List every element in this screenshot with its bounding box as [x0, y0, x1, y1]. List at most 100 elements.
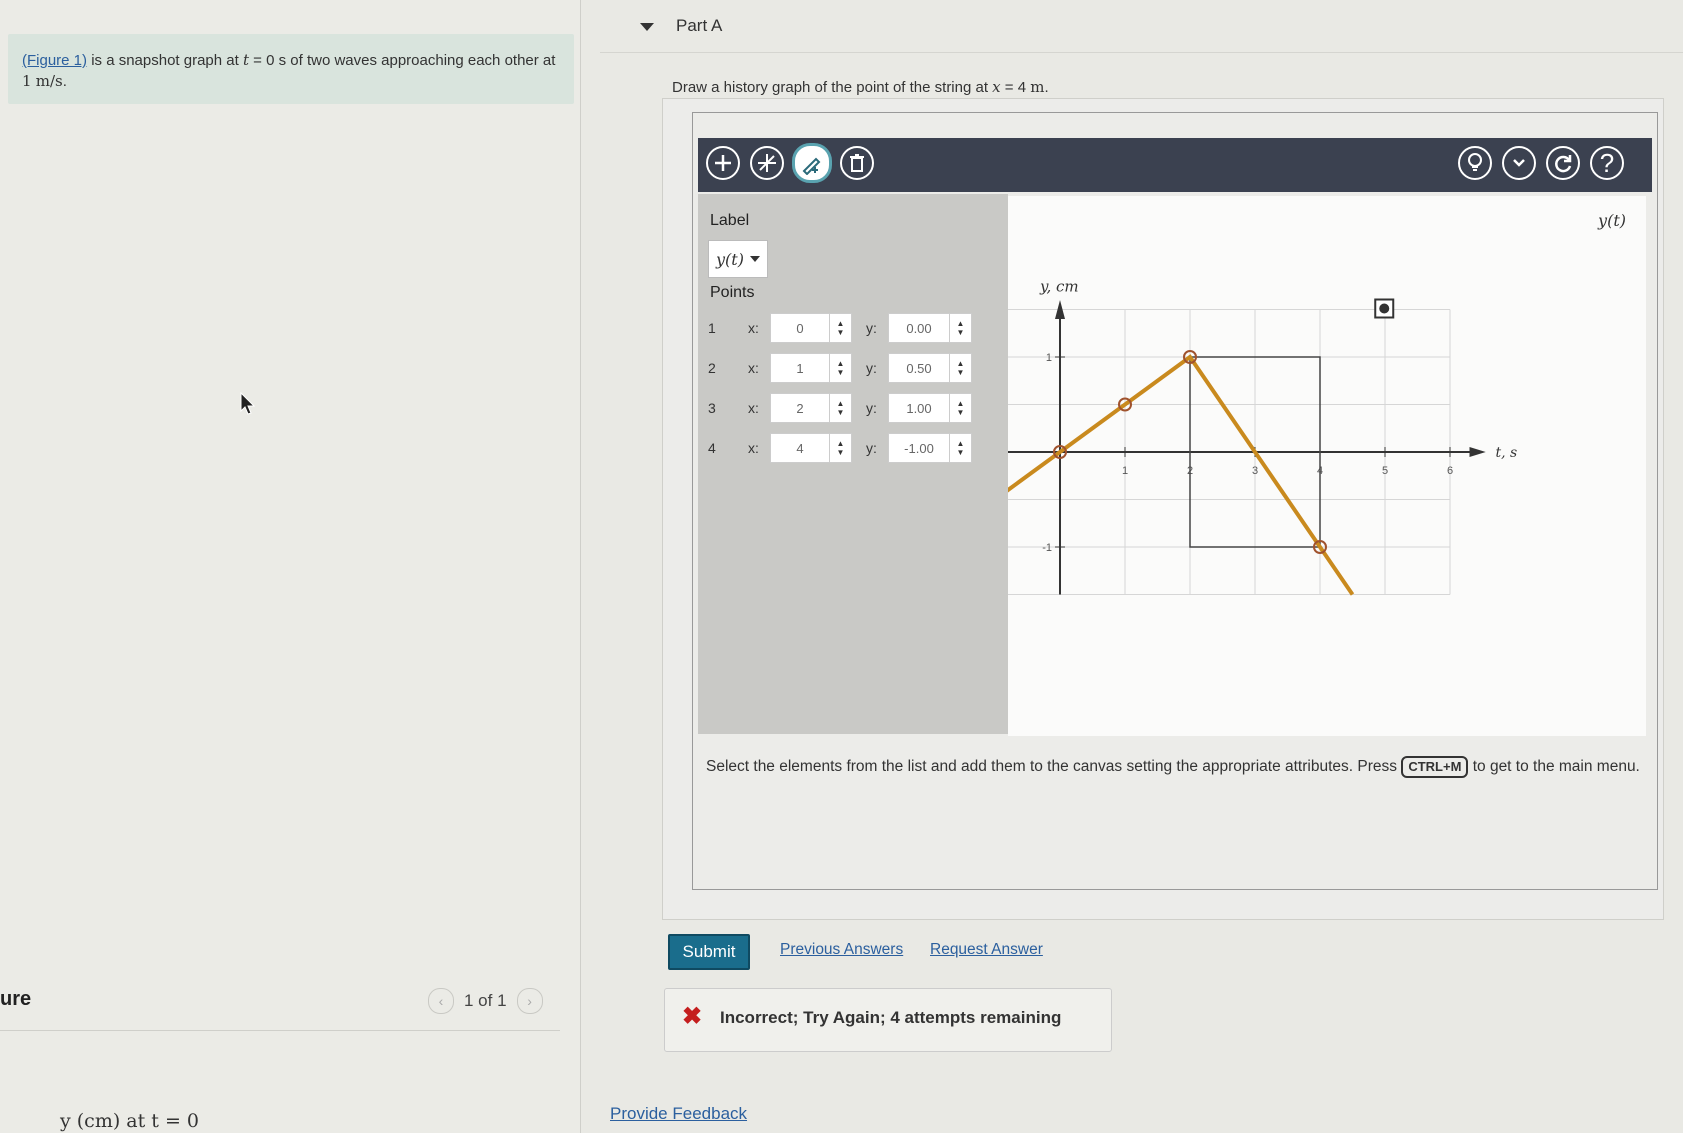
stepper-up-icon: ▲ [956, 319, 965, 328]
intro-text: (Figure 1) is a snapshot graph at t = 0 … [22, 50, 562, 92]
intro-text-a: is a snapshot graph at [87, 52, 243, 69]
stepper-up-icon: ▲ [836, 359, 845, 368]
axes [982, 300, 1486, 595]
stepper-down-icon: ▼ [836, 328, 845, 337]
previous-answers-link[interactable]: Previous Answers [780, 941, 903, 959]
next-figure-button[interactable]: › [516, 988, 543, 1014]
x-label: x: [748, 400, 759, 416]
prev-figure-button[interactable]: ‹ [428, 988, 454, 1014]
chevron-right-icon: › [527, 993, 532, 1009]
instructions-text-b: to get to the main menu. [1468, 758, 1640, 775]
point-row-2: 2 x: 1 ▲ ▼ y: 0.50 ▲ ▼ [708, 352, 972, 384]
provide-feedback-link[interactable]: Provide Feedback [610, 1104, 747, 1124]
point-row-1: 1 x: 0 ▲ ▼ y: 0.00 ▲ ▼ [708, 312, 972, 344]
y-stepper[interactable]: ▲ ▼ [950, 433, 972, 463]
series-label: y(t) [1597, 211, 1626, 230]
stepper-down-icon: ▼ [956, 448, 965, 457]
part-title: Part A [676, 16, 723, 35]
point-index: 2 [708, 360, 716, 376]
reset-button[interactable] [1546, 146, 1580, 180]
question-x-unit: m [1030, 78, 1045, 96]
x-label: x: [748, 440, 759, 456]
submit-button[interactable]: Submit [668, 934, 750, 970]
point-y-input[interactable]: 0.50 [888, 353, 950, 383]
x-stepper[interactable]: ▲ ▼ [830, 393, 852, 423]
figure-link[interactable]: (Figure 1) [22, 52, 87, 69]
chevron-left-icon: ‹ [438, 993, 444, 1009]
x-label: x: [748, 320, 759, 336]
stepper-down-icon: ▼ [956, 368, 965, 377]
stepper-up-icon: ▲ [836, 399, 845, 408]
x-stepper[interactable]: ▲ ▼ [830, 353, 852, 383]
figure-panel [0, 0, 581, 1133]
y-label: y: [866, 400, 877, 416]
reset-icon [1555, 155, 1572, 173]
history-graph[interactable]: -11234561-1 y, cm t, s y(t) [982, 196, 1646, 736]
help-button[interactable]: ? [1590, 146, 1624, 180]
edit-point-button[interactable] [792, 143, 832, 183]
graph-canvas[interactable]: -11234561-1 y, cm t, s y(t) [982, 196, 1646, 736]
x-stepper[interactable]: ▲ ▼ [830, 313, 852, 343]
add-point-button[interactable] [706, 146, 740, 180]
y-label: y: [866, 320, 877, 336]
stepper-down-icon: ▼ [956, 408, 965, 417]
intro-speed-num: 1 [22, 72, 32, 90]
question-text: Draw a history graph of the point of the… [672, 78, 1049, 96]
y-stepper[interactable]: ▲ ▼ [950, 393, 972, 423]
point-y-input[interactable]: 1.00 [888, 393, 950, 423]
pager-text: 1 of 1 [464, 991, 507, 1010]
t-axis-arrow-icon [1469, 447, 1486, 457]
question-text-b: = 4 [1000, 79, 1031, 96]
part-header[interactable]: Part A [640, 16, 722, 36]
intro-text-b: = 0 s of two waves approaching each othe… [249, 52, 556, 69]
stepper-down-icon: ▼ [836, 368, 845, 377]
y-label: y: [866, 440, 877, 456]
y-stepper[interactable]: ▲ ▼ [950, 313, 972, 343]
line-tool-icon [758, 154, 776, 172]
label-select[interactable]: y(t) [708, 240, 768, 278]
x-stepper[interactable]: ▲ ▼ [830, 433, 852, 463]
y-label: y: [866, 360, 877, 376]
edit-point-icon [802, 157, 821, 175]
hint-bulb-icon [1468, 153, 1482, 171]
graph-toolbar: ? [698, 138, 1652, 192]
hint-button[interactable] [1458, 146, 1492, 180]
collapse-button[interactable] [1502, 146, 1536, 180]
point-row-4: 4 x: 4 ▲ ▼ y: -1.00 ▲ ▼ [708, 432, 972, 464]
help-icon: ? [1599, 147, 1615, 178]
point-index: 4 [708, 440, 716, 456]
chevron-down-icon [1513, 159, 1525, 167]
point-x-input[interactable]: 1 [770, 353, 830, 383]
keyboard-shortcut: CTRL+M [1401, 756, 1469, 778]
stepper-down-icon: ▼ [836, 448, 845, 457]
point-y-input[interactable]: -1.00 [888, 433, 950, 463]
label-select-value: y(t) [716, 249, 744, 269]
dropdown-arrow-icon [749, 256, 760, 262]
intro-speed-unit: m/s [35, 72, 63, 90]
mouse-cursor-icon [240, 392, 256, 415]
stepper-down-icon: ▼ [956, 328, 965, 337]
point-y-input[interactable]: 0.00 [888, 313, 950, 343]
instructions-text: Select the elements from the list and ad… [706, 754, 1646, 779]
point-row-3: 3 x: 2 ▲ ▼ y: 1.00 ▲ ▼ [708, 392, 972, 424]
y-stepper[interactable]: ▲ ▼ [950, 353, 972, 383]
t-axis-label: t, s [1496, 445, 1518, 461]
point-x-input[interactable]: 0 [770, 313, 830, 343]
part-divider [600, 52, 1683, 53]
point-index: 1 [708, 320, 716, 336]
figure-pager: ‹ 1 of 1 › [428, 988, 543, 1014]
point-x-input[interactable]: 4 [770, 433, 830, 463]
y-axis-label: y, cm [1039, 278, 1079, 296]
figure-caption: y (cm) at t = 0 [60, 1110, 200, 1132]
request-answer-link[interactable]: Request Answer [930, 941, 1043, 959]
incorrect-x-icon: ✖ [682, 1003, 703, 1030]
instructions-text-a: Select the elements from the list and ad… [706, 758, 1402, 775]
x-tick-label: 3 [1252, 465, 1258, 477]
point-x-input[interactable]: 2 [770, 393, 830, 423]
stepper-up-icon: ▲ [956, 399, 965, 408]
x-tick-label: 6 [1447, 465, 1453, 477]
plus-icon [715, 155, 731, 171]
line-tool-button[interactable] [750, 146, 784, 180]
y-tick-label: 1 [1046, 352, 1052, 364]
delete-button[interactable] [840, 146, 874, 180]
